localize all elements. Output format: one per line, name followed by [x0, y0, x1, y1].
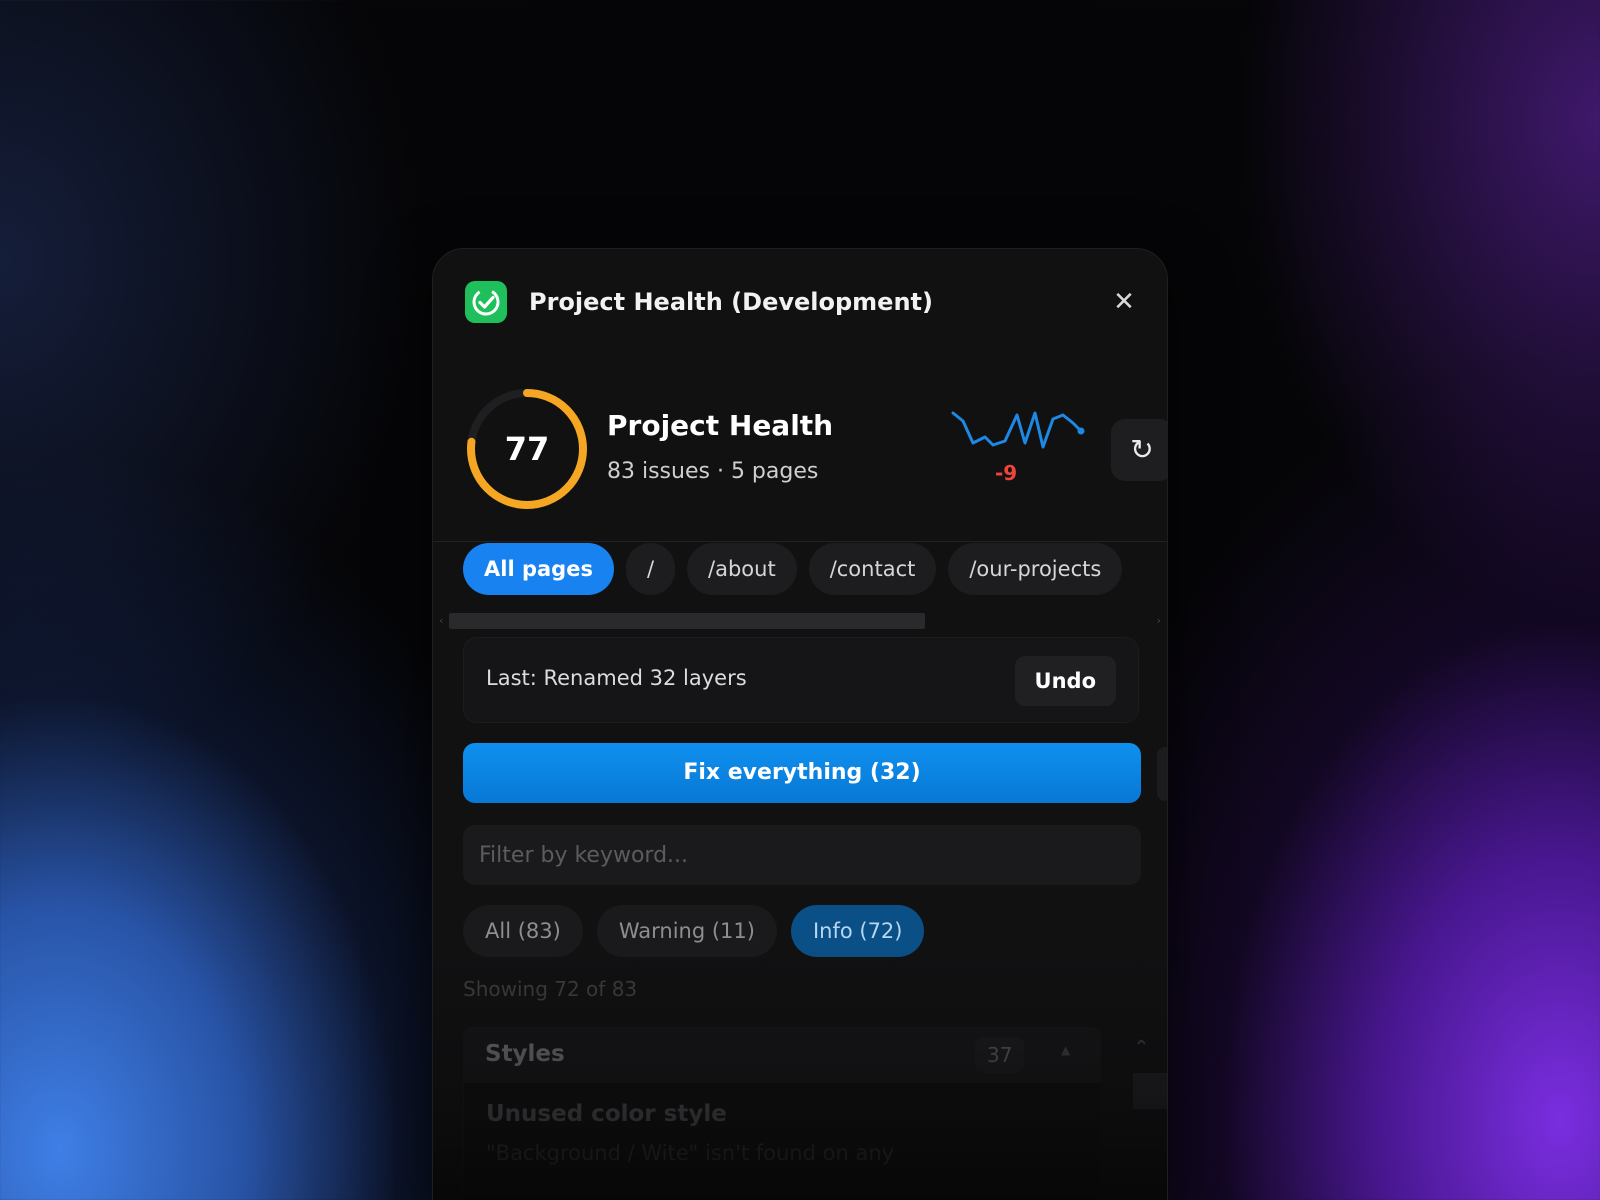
last-action-text: Last: Renamed 32 layers [486, 666, 747, 690]
caret-up-icon[interactable]: ▲ [1061, 1043, 1070, 1057]
check-circle-icon [465, 281, 507, 323]
issue-group-header[interactable]: Styles 37 ▲ [463, 1027, 1101, 1083]
trend-delta: -9 [995, 461, 1018, 485]
last-action-bar: Last: Renamed 32 layers Undo [463, 637, 1139, 723]
tab-about[interactable]: /about [687, 543, 797, 595]
trend-end-dot [1077, 427, 1085, 435]
close-icon[interactable]: ✕ [1109, 287, 1139, 317]
vertical-scroll-thumb[interactable] [1133, 1073, 1167, 1109]
group-name: Styles [485, 1041, 565, 1067]
issue-description: "Background / Wite" isn't found on any [486, 1141, 895, 1165]
side-panel-handle[interactable] [1157, 747, 1167, 801]
health-title: Project Health [607, 409, 834, 442]
horizontal-scrollbar[interactable]: ‹ › [439, 613, 1161, 629]
scroll-up-icon[interactable]: ⌃ [1133, 1035, 1150, 1059]
health-subtitle: 83 issues · 5 pages [607, 459, 819, 484]
trend-line [951, 411, 1083, 449]
severity-warning[interactable]: Warning (11) [596, 905, 777, 957]
horizontal-scroll-thumb[interactable] [449, 613, 925, 629]
title-bar: Project Health (Development) ✕ [465, 281, 1139, 323]
filter-keyword-input[interactable] [463, 825, 1141, 885]
fix-everything-button[interactable]: Fix everything (32) [463, 743, 1141, 803]
trend-sparkline [951, 411, 1085, 449]
page-tabs: All pages / /about /contact /our-project… [463, 543, 1123, 597]
issue-item[interactable]: Unused color style "Background / Wite" i… [463, 1083, 1101, 1200]
tab-contact[interactable]: /contact [808, 543, 937, 595]
issue-title: Unused color style [486, 1101, 727, 1127]
severity-filters: All (83) Warning (11) Info (72) [463, 905, 925, 957]
tab-our-projects[interactable]: /our-projects [948, 543, 1123, 595]
scroll-left-icon[interactable]: ‹ [439, 613, 443, 629]
severity-info[interactable]: Info (72) [790, 905, 925, 957]
results-count: Showing 72 of 83 [463, 977, 638, 1001]
window-title: Project Health (Development) [529, 288, 933, 316]
tab-all-pages[interactable]: All pages [463, 543, 614, 595]
project-health-panel: Project Health (Development) ✕ 77 Projec… [432, 248, 1168, 1200]
group-count-badge: 37 [975, 1037, 1025, 1073]
refresh-button[interactable]: ↻ [1111, 419, 1167, 481]
divider [433, 541, 1167, 542]
tab-root[interactable]: / [625, 543, 676, 595]
undo-button[interactable]: Undo [1014, 656, 1116, 706]
severity-all[interactable]: All (83) [463, 905, 583, 957]
health-score: 77 [504, 430, 550, 468]
health-summary: 77 Project Health 83 issues · 5 pages -9… [465, 387, 1167, 511]
scroll-right-icon[interactable]: › [1157, 613, 1161, 629]
refresh-icon: ↻ [1130, 433, 1154, 466]
